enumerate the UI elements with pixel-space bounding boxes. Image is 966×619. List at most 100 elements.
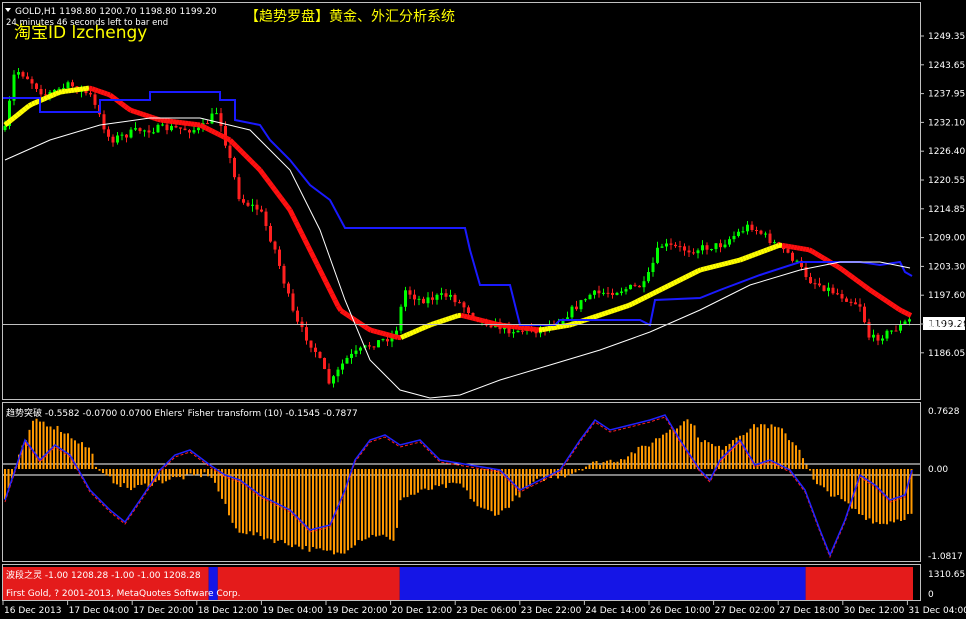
- trend-ma-segment: [873, 291, 880, 298]
- time-tick-label: 23 Dec 06:00: [456, 606, 517, 616]
- trend-ma-segment: [136, 109, 141, 116]
- candle-body: [768, 233, 772, 243]
- trend-ma-segment: [849, 274, 856, 281]
- trend-ma-segment: [342, 310, 349, 317]
- trend-ma-segment: [285, 204, 292, 212]
- trend-ma-segment: [484, 318, 489, 325]
- trend-ma-segment: [222, 134, 229, 141]
- trend-ma-segment: [58, 89, 63, 95]
- candle-body: [750, 224, 754, 231]
- trend-ma-segment: [43, 95, 48, 102]
- trend-ma-segment: [366, 326, 373, 333]
- trend-ma-segment: [91, 86, 96, 93]
- trend-ma-segment: [763, 247, 768, 254]
- candle-body: [147, 130, 151, 133]
- candle-body: [845, 298, 848, 302]
- candle-body: [107, 129, 110, 137]
- trend-ma-segment: [730, 259, 735, 265]
- trend-ma-segment: [293, 220, 302, 230]
- candle-body: [426, 297, 430, 304]
- trend-ma-segment: [466, 314, 471, 320]
- candle-body: [854, 302, 857, 305]
- trend-ma-segment: [550, 325, 555, 331]
- trend-ma-segment: [687, 271, 694, 278]
- trend-ma-segment: [400, 333, 405, 340]
- trend-ma-segment: [421, 324, 426, 331]
- candle-body: [170, 126, 173, 131]
- trend-ma-segment: [888, 301, 895, 308]
- candle-body: [219, 113, 223, 126]
- trend-ma-segment: [311, 256, 320, 266]
- main-chart-frame: [2, 2, 921, 400]
- trend-ma-segment: [24, 103, 31, 111]
- candle-body: [786, 249, 790, 253]
- candle-body: [638, 285, 641, 288]
- candle-body: [624, 289, 628, 292]
- trend-ma-segment: [619, 304, 624, 311]
- trend-ma-segment: [415, 327, 420, 334]
- trend-ma-segment: [481, 318, 486, 324]
- trend-ma-segment: [391, 333, 396, 340]
- trend-ma-segment: [394, 334, 399, 340]
- candle-body: [179, 127, 182, 129]
- trend-ma-segment: [675, 277, 682, 284]
- candle-body: [593, 290, 596, 295]
- trend-ma-segment: [721, 261, 726, 267]
- trend-ma-segment: [329, 292, 338, 302]
- candle-body: [3, 126, 7, 130]
- trend-ma-segment: [834, 263, 841, 270]
- trend-ma-segment: [148, 113, 153, 120]
- time-tick-label: 17 Dec 20:00: [133, 606, 194, 616]
- candle-body: [354, 350, 358, 354]
- trend-ma-segment: [133, 108, 138, 115]
- trend-ma-segment: [799, 245, 804, 252]
- trend-ma-segment: [108, 93, 115, 100]
- trend-ma-segment: [769, 245, 774, 252]
- candle-body: [386, 339, 389, 342]
- trend-bar-tick-label: 1310.65: [928, 570, 965, 580]
- candle-body: [566, 317, 569, 320]
- trend-ma-segment: [472, 315, 477, 322]
- trend-ma-segment: [490, 320, 495, 326]
- trend-ma-segment: [639, 295, 646, 302]
- trend-ma-segment: [693, 268, 700, 275]
- candle-body: [332, 376, 335, 384]
- trend-ma-segment: [18, 108, 25, 115]
- trend-segment: [805, 567, 913, 600]
- candle-body: [710, 249, 713, 251]
- trend-ma-segment: [40, 96, 45, 103]
- candle-body: [35, 83, 38, 89]
- symbol-info: GOLD,H1 1198.80 1200.70 1198.80 1199.20: [15, 7, 217, 17]
- trend-ma-segment: [876, 293, 883, 300]
- trend-ma-segment: [654, 288, 661, 295]
- candle-body: [570, 306, 574, 318]
- trend-ma-segment: [34, 99, 39, 106]
- trend-ma-segment: [243, 153, 250, 160]
- trend-ma-segment: [843, 269, 850, 276]
- trend-ma-segment: [463, 313, 468, 320]
- time-tick-label: 19 Dec 04:00: [262, 606, 323, 616]
- candle-body: [336, 369, 340, 377]
- candle-body: [264, 211, 268, 226]
- trend-ma-segment: [433, 320, 438, 327]
- trend-bar-axis: 1310.65 0: [928, 570, 965, 600]
- candle-body: [314, 347, 317, 352]
- oscillator-label: 趋势突破 -0.5582 -0.0700 0.0700 Ehlers' Fish…: [6, 407, 358, 419]
- candle-body: [651, 262, 655, 273]
- trend-ma-segment: [864, 285, 871, 292]
- trend-ma-segment: [757, 249, 762, 256]
- trend-ma-segment: [604, 309, 609, 316]
- time-tick-label: 26 Dec 10:00: [650, 606, 711, 616]
- trend-ma-segment: [418, 326, 423, 333]
- candle-body: [705, 245, 709, 250]
- trend-ma-segment: [607, 308, 612, 315]
- candle-body: [102, 114, 106, 130]
- trend-ma-segment: [354, 318, 361, 325]
- candle-body: [408, 290, 412, 295]
- candle-body: [327, 369, 331, 384]
- price-tick-label: 1197.60: [928, 291, 965, 301]
- trend-ma-segment: [317, 268, 326, 278]
- trend-ma-segment: [487, 319, 492, 326]
- candle-body: [30, 79, 34, 84]
- candle-body: [273, 241, 277, 250]
